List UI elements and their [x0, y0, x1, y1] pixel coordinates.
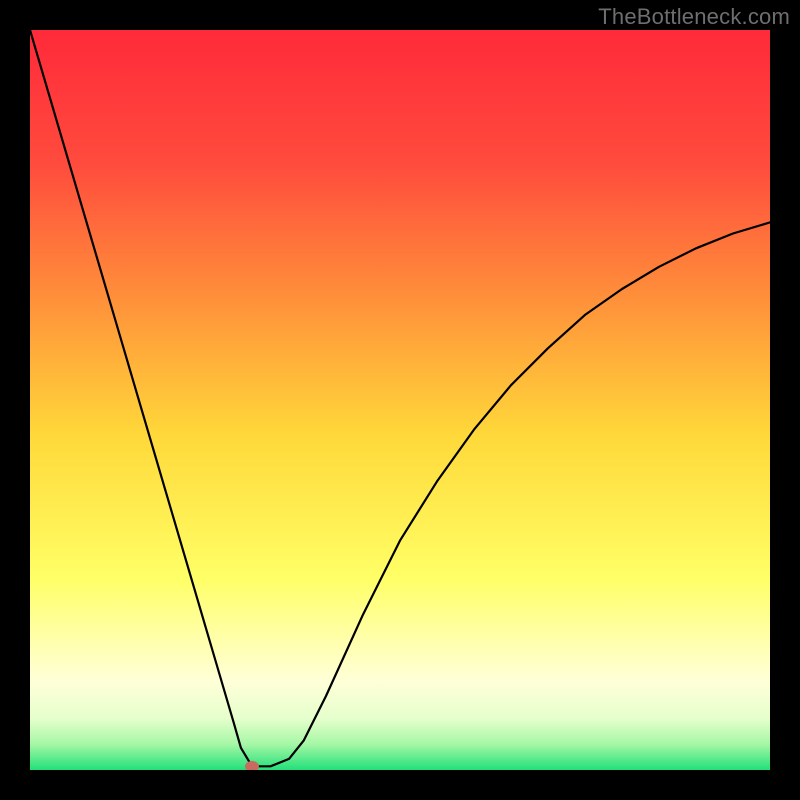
watermark-text: TheBottleneck.com [598, 4, 790, 30]
chart-frame: TheBottleneck.com [0, 0, 800, 800]
plot-area [30, 30, 770, 770]
min-point-marker [245, 761, 259, 770]
bottleneck-curve [30, 30, 770, 770]
